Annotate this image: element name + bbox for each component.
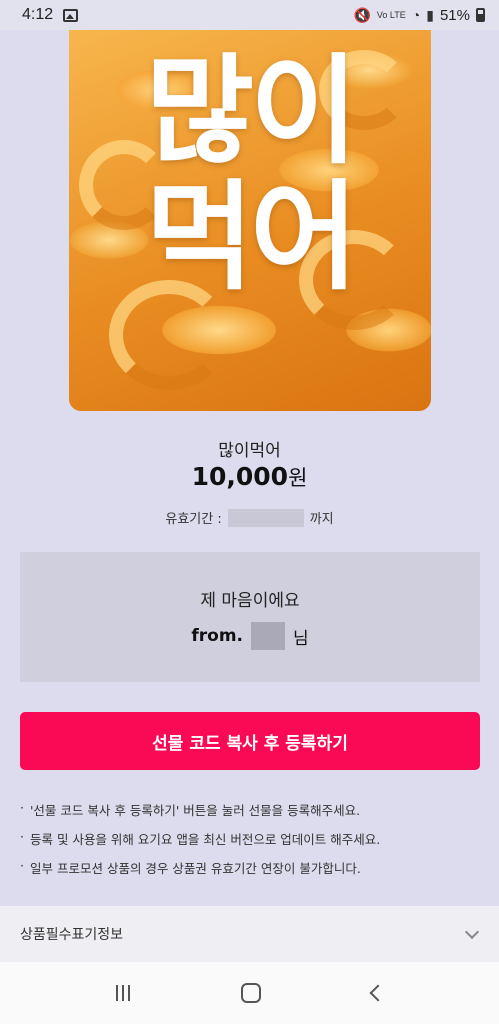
gift-message-box: 제 마음이에요 from. 님: [20, 552, 480, 682]
image-icon: [63, 8, 79, 22]
notice-item: 일부 프로모션 상품의 경우 상품권 유효기간 연장이 불가합니다.: [20, 858, 490, 877]
recent-apps-icon[interactable]: [115, 985, 130, 1001]
image-title-line2: 먹어: [145, 168, 358, 306]
product-price: 10,000원: [0, 462, 499, 492]
from-label: from.: [191, 626, 243, 646]
wifi-icon: ◔: [411, 7, 421, 23]
signal-icon: ▮: [426, 6, 434, 23]
gift-detail-content: 많이 먹어 많이먹어 10,000원 유효기간 : 까지 제 마음이에요 fro…: [0, 30, 499, 906]
system-nav-bar: [0, 962, 499, 1024]
gift-message: 제 마음이에요: [200, 591, 300, 611]
price-amount: 10,000: [191, 462, 289, 491]
validity-suffix: 까지: [309, 512, 334, 527]
product-image: 많이 먹어: [69, 30, 431, 411]
honorific-suffix: 님: [293, 628, 309, 649]
status-time: 4:12: [22, 6, 54, 23]
status-bar: 4:12 🔇 Vo LTE ◔ ▮ 51%: [0, 0, 499, 30]
redacted-sender: [251, 622, 285, 650]
battery-icon: [476, 8, 485, 22]
mute-icon: 🔇: [353, 6, 371, 23]
sender-line: from. 님: [20, 622, 480, 650]
validity-period: 유효기간 : 까지: [0, 508, 499, 527]
copy-and-register-button[interactable]: 선물 코드 복사 후 등록하기: [20, 712, 480, 770]
network-label: Vo LTE: [376, 10, 406, 20]
notice-item: 등록 및 사용을 위해 요기요 앱을 최신 버전으로 업데이트 해주세요.: [20, 829, 490, 848]
home-icon[interactable]: [240, 983, 261, 1003]
validity-label: 유효기간 :: [165, 512, 222, 527]
price-unit: 원: [288, 466, 308, 490]
product-name: 많이먹어: [218, 441, 281, 461]
battery-level: 51%: [439, 6, 470, 24]
chevron-down-icon: [464, 924, 480, 939]
back-icon[interactable]: [369, 984, 386, 1002]
notice-item: '선물 코드 복사 후 등록하기' 버튼을 눌러 선물을 등록해주세요.: [20, 800, 490, 819]
status-icons: 🔇 Vo LTE ◔ ▮ 51%: [353, 7, 485, 24]
required-info-toggle[interactable]: 상품필수표기정보: [0, 906, 499, 962]
notice-list: '선물 코드 복사 후 등록하기' 버튼을 눌러 선물을 등록해주세요. 등록 …: [20, 800, 490, 887]
redacted-date: [227, 508, 304, 527]
required-info-label: 상품필수표기정보: [20, 927, 124, 943]
image-title-line1: 많이: [145, 42, 358, 180]
